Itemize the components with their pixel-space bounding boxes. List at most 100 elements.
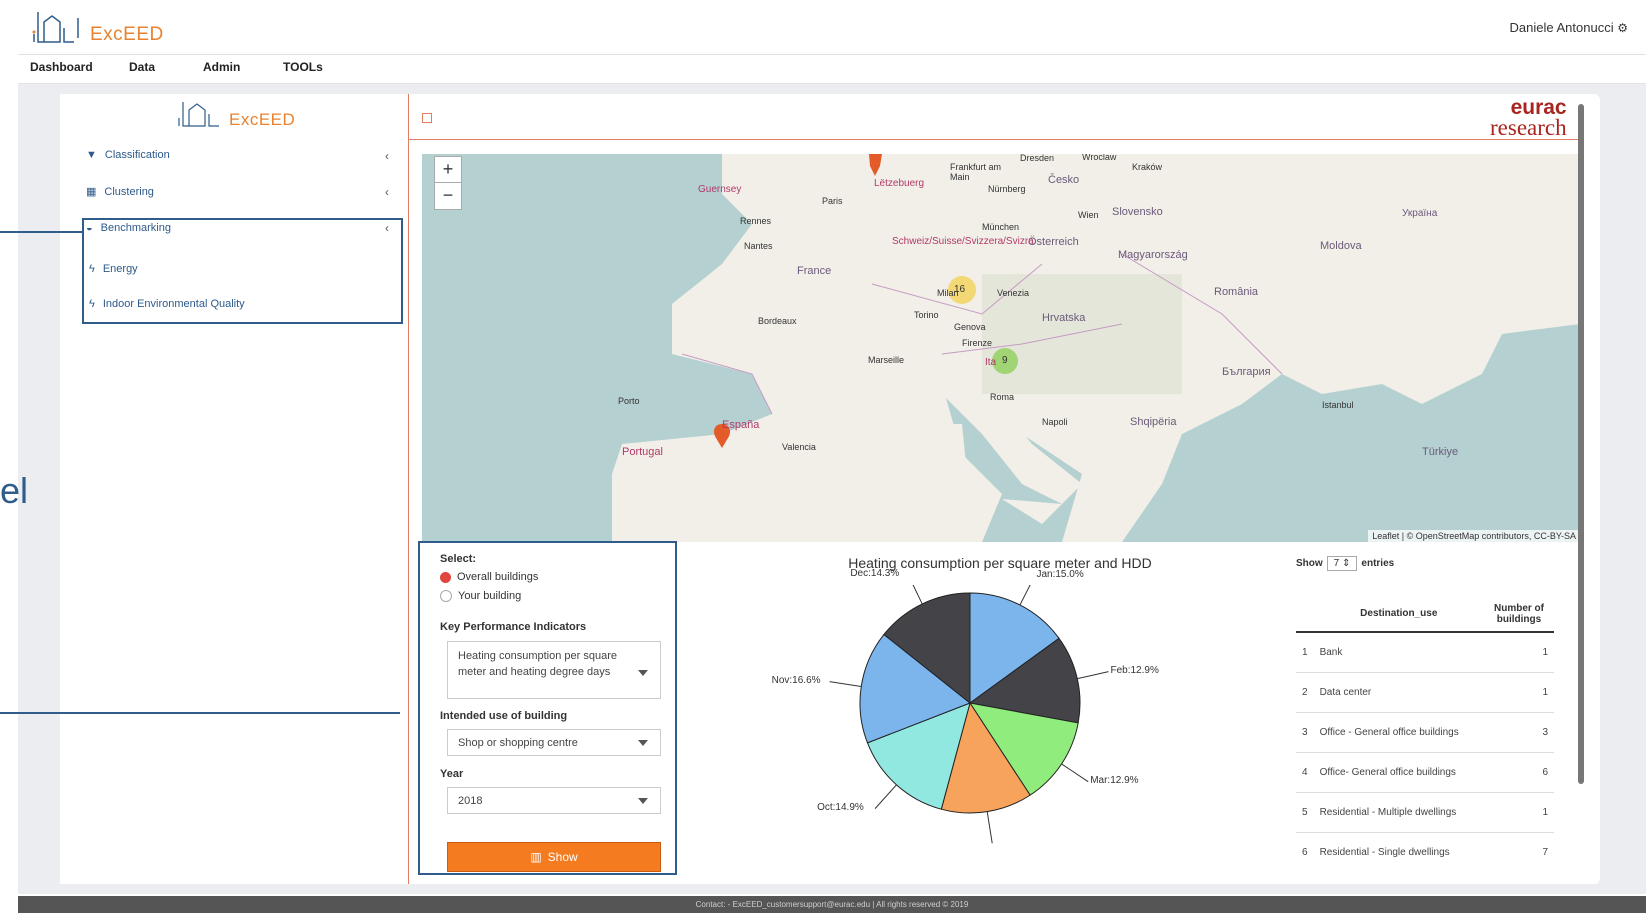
nav-data[interactable]: Data — [129, 60, 155, 74]
pie-connector — [1077, 671, 1109, 680]
table-cell-destination: Office- General office buildings — [1313, 751, 1484, 792]
table-cell-count: 7 — [1484, 831, 1554, 872]
map-label: Österreich — [1028, 236, 1079, 248]
map-label: Shqipëria — [1130, 416, 1177, 428]
sidebar-item-clustering[interactable]: ▦ Clustering — [86, 185, 154, 199]
app-logo-text: ExcEED — [90, 24, 164, 45]
map-label: Portugal — [622, 446, 663, 458]
sidebar-item-label: Clustering — [104, 185, 154, 198]
map-label: España — [722, 419, 760, 431]
radio-empty-icon — [440, 590, 452, 602]
col-header-destination[interactable]: Destination_use — [1313, 596, 1484, 633]
pie-connector — [1019, 585, 1031, 606]
scrollbar[interactable] — [1578, 104, 1584, 784]
kpi-select[interactable]: Heating consumption per square meter and… — [447, 641, 661, 699]
caret-down-icon — [638, 670, 648, 676]
zoom-in-button[interactable]: + — [434, 156, 462, 184]
map-label: Hrvatska — [1042, 312, 1086, 324]
map-label: Guernsey — [698, 184, 742, 195]
pie-connector — [912, 585, 923, 605]
pie-data-label: Jan:15.0% — [1036, 569, 1084, 581]
table-cell-count: 1 — [1484, 671, 1554, 712]
table-cell-index: 6 — [1296, 831, 1314, 872]
table-cell-index: 4 — [1296, 751, 1314, 792]
map-label: Ita — [985, 357, 997, 368]
table-cell-destination: Data center — [1313, 671, 1484, 712]
brand-logo: eurac research — [1490, 97, 1567, 139]
map-label: Kraków — [1132, 162, 1163, 172]
radio-your-building[interactable]: Your building — [440, 590, 521, 602]
sidebar: ExcEED — [60, 94, 409, 884]
map-label: Wien — [1078, 210, 1099, 220]
select-label: Select: — [440, 553, 477, 565]
nav-dashboard[interactable]: Dashboard — [30, 60, 93, 74]
logo-house-icon — [32, 12, 79, 43]
show-button[interactable]: ▥ Show — [447, 842, 661, 872]
sidebar-toggle[interactable] — [422, 113, 432, 123]
map-label: Frankfurt am Main — [950, 162, 1002, 182]
table-cell-count: 6 — [1484, 751, 1554, 792]
table-row: 1 Bank 1 — [1296, 631, 1554, 672]
pie-data-label: Mar:12.9% — [1090, 774, 1139, 786]
col-header-count[interactable]: Number of buildings — [1484, 596, 1554, 633]
table-cell-index: 5 — [1296, 791, 1314, 832]
table-cell-count: 1 — [1484, 791, 1554, 832]
map-label: Moldova — [1320, 240, 1362, 252]
map-label: Milan — [937, 288, 959, 298]
use-value: Shop or shopping centre — [458, 737, 578, 749]
nav-tools[interactable]: TOOLs — [283, 60, 323, 74]
page-size-select[interactable]: 7 ⇕ — [1326, 556, 1358, 571]
map-label: Bordeaux — [758, 316, 797, 326]
table-cell-destination: Residential - Single dwellings — [1313, 831, 1484, 872]
cluster-count[interactable]: 9 — [1002, 355, 1008, 366]
page-size-value: 7 — [1333, 558, 1340, 569]
pie-data-label: Feb:12.9% — [1110, 664, 1159, 676]
col-header-index[interactable] — [1296, 596, 1314, 633]
map-label: France — [797, 265, 832, 277]
sicily — [1002, 499, 1062, 524]
map-label: Česko — [1048, 174, 1080, 186]
zoom-out-button[interactable]: − — [434, 182, 462, 210]
chart-title: Heating consumption per square meter and… — [848, 555, 1152, 571]
year-select[interactable]: 2018 — [447, 787, 661, 814]
callout-text: el — [0, 470, 29, 511]
table-cell-count: 1 — [1484, 631, 1554, 672]
map-label: Nantes — [744, 241, 773, 251]
map-attribution[interactable]: Leaflet | © OpenStreetMap contributors, … — [1368, 530, 1580, 542]
map-label: България — [1222, 366, 1271, 378]
chevron-left-icon[interactable]: ‹ — [385, 185, 389, 199]
sidebar-item-label: Classification — [104, 149, 170, 161]
map-label: München — [982, 222, 1020, 232]
app-logo[interactable]: ExcEED — [28, 8, 164, 46]
data-table: Destination_use Number of buildings 1 Ban… — [1296, 596, 1554, 872]
map[interactable]: 16 9 France España Portugal Ita Roma Mar… — [422, 154, 1580, 542]
radio-checked-icon — [440, 571, 451, 583]
bar-chart-icon: ▥ — [530, 850, 542, 864]
use-select[interactable]: Shop or shopping centre — [447, 729, 661, 756]
table-cell-index: 3 — [1296, 711, 1314, 752]
pie-connector — [986, 811, 993, 844]
map-label: Genova — [954, 322, 986, 332]
radio-overall[interactable]: Overall buildings — [440, 571, 538, 583]
kpi-value: Heating consumption per square meter and… — [458, 650, 617, 678]
chevron-left-icon[interactable]: ‹ — [385, 149, 389, 163]
sidebar-logo-text: ExcEED — [229, 110, 296, 129]
filter-icon: ▼ — [86, 149, 97, 161]
map-label: Napoli — [1042, 417, 1068, 427]
table-row: 3 Office - General office buildings 3 — [1296, 711, 1554, 752]
user-menu[interactable]: Daniele Antonucci ⚙ — [1510, 20, 1628, 35]
nav-admin[interactable]: Admin — [203, 60, 240, 74]
top-bar: ExcEED Daniele Antonucci ⚙ — [18, 0, 1646, 55]
map-label: Istanbul — [1322, 400, 1354, 410]
map-label: Lëtzebuerg — [874, 178, 925, 189]
map-label: Wroclaw — [1082, 154, 1117, 162]
map-label: Dresden — [1020, 154, 1055, 163]
map-label: Rennes — [740, 216, 772, 226]
gears-icon: ⚙ — [1617, 21, 1628, 35]
kpi-label: Key Performance Indicators — [440, 621, 587, 633]
pie-chart[interactable] — [760, 585, 1240, 875]
main-nav: Dashboard Data Admin TOOLs — [18, 55, 1646, 84]
pie-data-label: Oct:14.9% — [817, 801, 864, 813]
sidebar-item-classification[interactable]: ▼ Classification — [86, 149, 170, 161]
callout-line — [0, 231, 82, 233]
